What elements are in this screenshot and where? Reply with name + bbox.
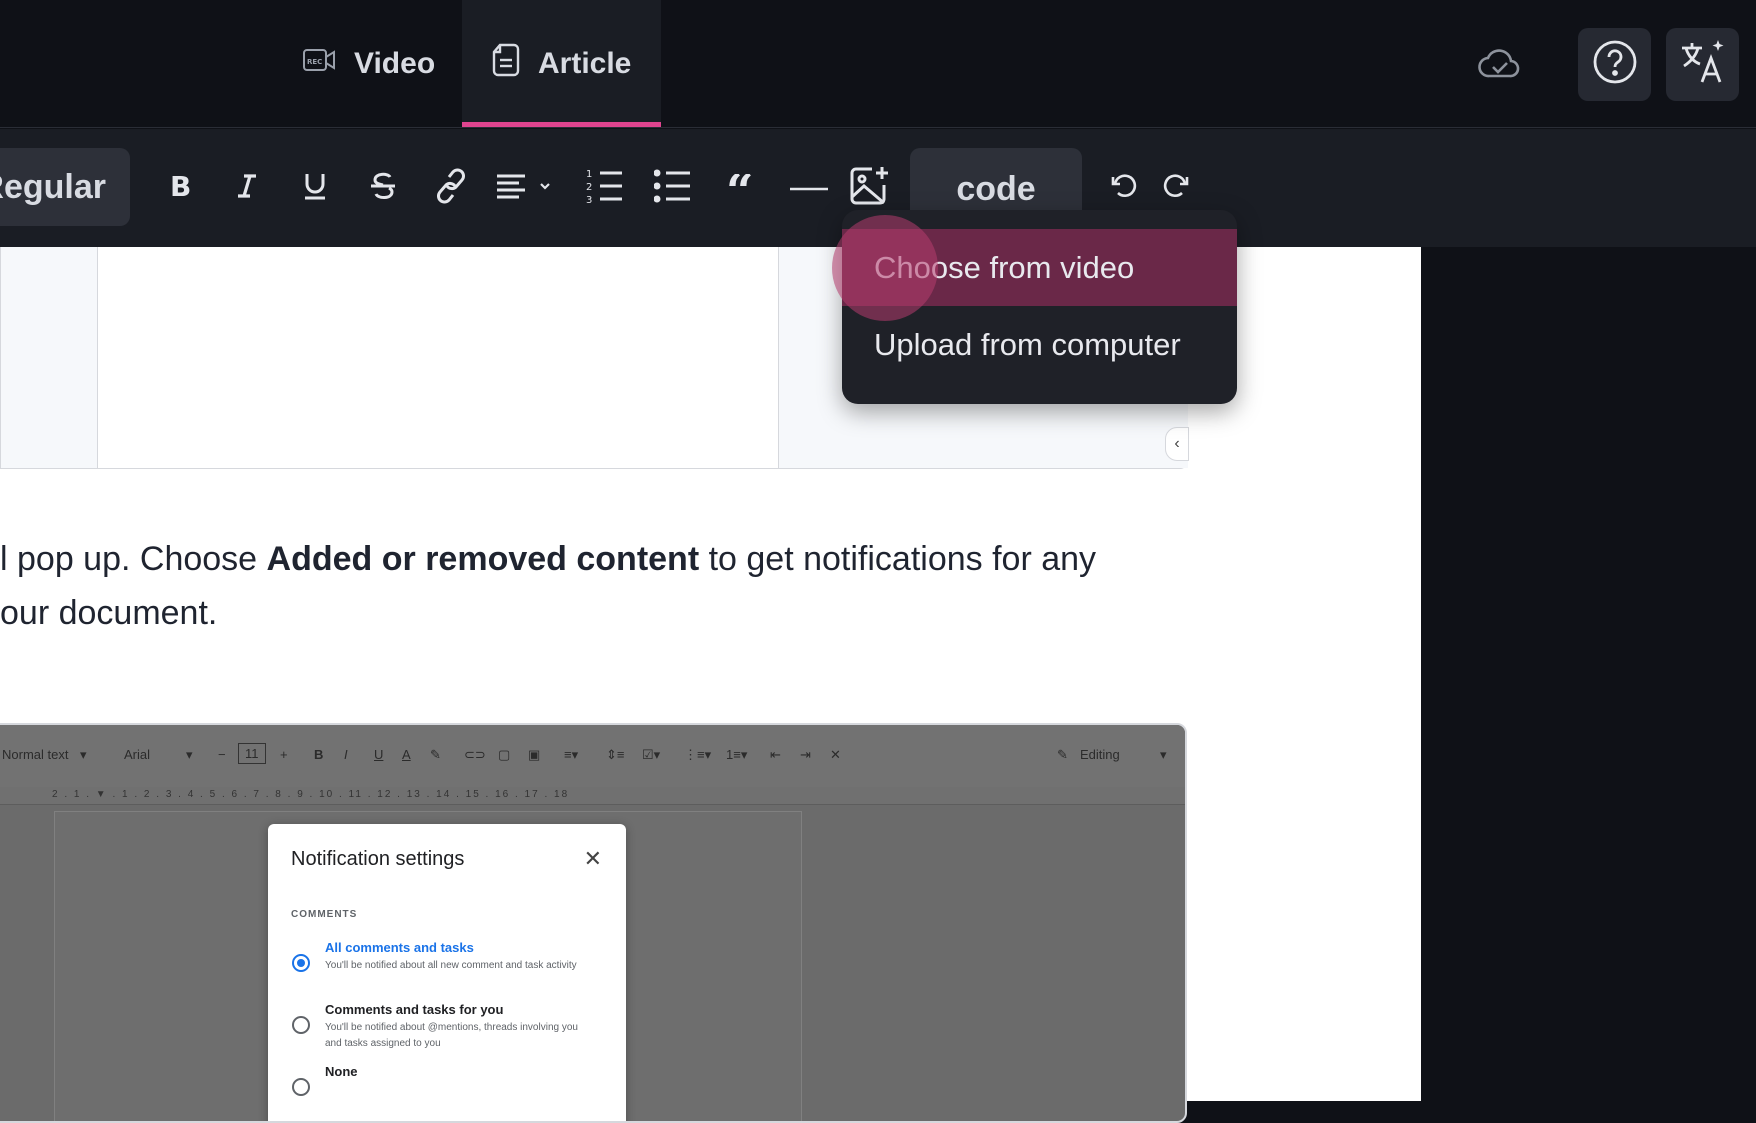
docs-mode: Editing xyxy=(1080,747,1120,762)
embedded-screenshot[interactable]: Normal text ▾ Arial ▾ − 11 + B I U A ✎ ⊂… xyxy=(0,723,1187,1123)
strikethrough-button[interactable] xyxy=(360,165,406,211)
ordered-list-icon: 1 2 3 xyxy=(586,167,624,210)
cloud-saved-icon xyxy=(1475,40,1523,88)
tab-video-label: Video xyxy=(354,46,436,80)
svg-text:2: 2 xyxy=(586,182,592,193)
embed-left-pane xyxy=(1,247,97,468)
notification-settings-dialog: Notification settings ✕ COMMENTS All com… xyxy=(268,824,626,1121)
blockquote-button[interactable]: “ xyxy=(718,164,764,220)
help-button[interactable] xyxy=(1578,28,1651,101)
link-icon: ⊂⊃ xyxy=(464,747,486,762)
radio-selected xyxy=(292,954,310,972)
right-margin xyxy=(1421,247,1756,1101)
active-tab-indicator xyxy=(462,122,661,127)
checklist-icon: ☑▾ xyxy=(642,747,661,762)
document-icon xyxy=(492,43,520,85)
chevron-left-icon: ‹ xyxy=(1174,435,1180,452)
redo-button[interactable] xyxy=(1154,165,1200,211)
underline-button[interactable] xyxy=(292,165,338,211)
text-color-icon: A xyxy=(402,747,411,762)
option-desc: You'll be notified about all new comment… xyxy=(325,960,577,971)
link-button[interactable] xyxy=(428,165,474,211)
italic-button[interactable] xyxy=(224,165,270,211)
bold-button[interactable]: B xyxy=(156,165,202,211)
para-text: our document. xyxy=(0,594,218,632)
strikethrough-icon xyxy=(368,170,398,207)
para-bold: Added or removed content xyxy=(266,540,700,578)
underline-icon: U xyxy=(374,747,384,762)
pencil-icon: ✎ xyxy=(1057,747,1068,762)
svg-text:1: 1 xyxy=(586,169,592,180)
tab-video[interactable]: REC Video xyxy=(272,0,465,127)
highlight-icon: ✎ xyxy=(430,747,441,762)
dialog-section-label: COMMENTS xyxy=(291,909,358,920)
ordered-list-button[interactable]: 1 2 3 xyxy=(582,165,628,211)
svg-text:“: “ xyxy=(726,174,754,198)
option-title: All comments and tasks xyxy=(325,940,474,955)
divider xyxy=(97,247,98,468)
numbered-list-icon: 1≡▾ xyxy=(726,747,748,762)
option-title: Comments and tasks for you xyxy=(325,1002,504,1017)
svg-text:B: B xyxy=(170,172,191,200)
clear-format-icon: ✕ xyxy=(830,747,841,762)
divider-button[interactable] xyxy=(786,165,832,211)
ruler-marks: 2 . 1 . ▼ . 1 . 2 . 3 . 4 . 5 . 6 . 7 . … xyxy=(52,789,570,800)
add-image-button[interactable] xyxy=(846,165,892,211)
para-text: to get notifications for any xyxy=(699,540,1097,578)
docs-toolbar: Normal text ▾ Arial ▾ − 11 + B I U A ✎ ⊂… xyxy=(0,725,1185,787)
option-desc: You'll be notified about @mentions, thre… xyxy=(325,1022,578,1049)
option-title: None xyxy=(325,1064,358,1079)
text-style-dropdown[interactable]: Regular xyxy=(0,148,130,226)
docs-ruler: 2 . 1 . ▼ . 1 . 2 . 3 . 4 . 5 . 6 . 7 . … xyxy=(0,787,1185,805)
italic-icon: I xyxy=(344,747,348,762)
top-bar: REC Video Article xyxy=(0,0,1756,128)
radio xyxy=(292,1078,310,1096)
link-icon xyxy=(435,167,467,210)
line-spacing-icon: ⇕≡ xyxy=(606,747,625,762)
horizontal-rule-icon xyxy=(790,179,828,197)
close-icon: ✕ xyxy=(583,846,602,871)
translate-icon xyxy=(1678,38,1728,91)
translate-button[interactable] xyxy=(1666,28,1739,101)
bold-icon: B xyxy=(166,170,192,205)
align-icon: ≡▾ xyxy=(564,747,579,762)
tab-article[interactable]: Article xyxy=(462,0,661,127)
radio xyxy=(292,1016,310,1034)
redo-icon xyxy=(1163,172,1191,205)
image-icon: ▣ xyxy=(528,747,541,762)
bold-icon: B xyxy=(314,747,324,762)
chevron-down-icon: ▾ xyxy=(1160,747,1167,762)
plus-icon: + xyxy=(280,747,288,762)
dialog-title: Notification settings xyxy=(291,848,465,870)
indent-icon: ⇥ xyxy=(800,747,811,762)
italic-icon xyxy=(234,172,260,205)
svg-text:REC: REC xyxy=(307,58,322,66)
docs-font: Arial xyxy=(124,747,151,762)
align-dropdown[interactable] xyxy=(494,165,554,211)
undo-button[interactable] xyxy=(1100,165,1146,211)
add-image-icon xyxy=(848,165,890,212)
tab-article-label: Article xyxy=(538,46,632,80)
para-text: l pop up. Choose xyxy=(0,540,267,578)
article-paragraph[interactable]: l pop up. Choose Added or removed conten… xyxy=(0,532,1180,640)
undo-icon xyxy=(1109,172,1137,205)
outdent-icon: ⇤ xyxy=(770,747,781,762)
collapse-panel-button[interactable]: ‹ xyxy=(1165,427,1189,461)
docs-style: Normal text xyxy=(2,747,69,762)
bullet-list-button[interactable] xyxy=(650,165,696,211)
chevron-down-icon: ▾ xyxy=(186,747,193,762)
quote-icon: “ xyxy=(726,164,756,220)
bullet-list-icon: ⋮≡▾ xyxy=(684,747,712,762)
chevron-down-icon: ▾ xyxy=(80,747,87,762)
click-indicator xyxy=(832,215,938,321)
docs-font-size: 11 xyxy=(238,743,266,764)
help-icon xyxy=(1592,39,1638,90)
comment-icon: ▢ xyxy=(498,747,511,762)
svg-text:3: 3 xyxy=(586,195,592,205)
minus-icon: − xyxy=(218,747,226,762)
underline-icon xyxy=(302,171,328,206)
align-left-icon xyxy=(495,172,553,205)
bullet-list-icon xyxy=(653,169,692,208)
rec-camera-icon: REC xyxy=(302,46,336,82)
